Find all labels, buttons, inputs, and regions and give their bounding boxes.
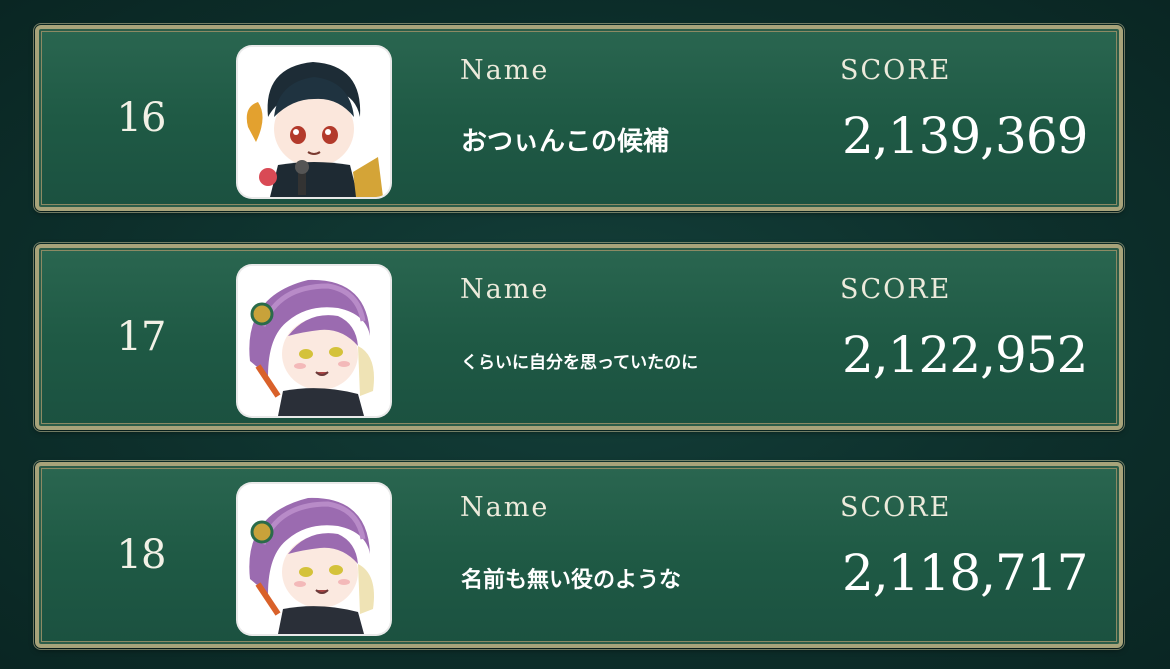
player-avatar bbox=[238, 484, 390, 634]
ranking-row[interactable]: 18 Name 名前も無い役のような SCORE 2,118,717 bbox=[33, 460, 1125, 650]
score-label: SCORE bbox=[840, 274, 952, 305]
player-avatar bbox=[238, 266, 390, 416]
name-label: Name bbox=[460, 274, 550, 305]
score-value: 2,139,369 bbox=[842, 107, 1088, 165]
rank-number: 16 bbox=[116, 95, 167, 141]
ranking-row[interactable]: 16 Name おつぃんこの候補 SCORE 2,139,369 bbox=[33, 23, 1125, 213]
score-label: SCORE bbox=[840, 55, 952, 86]
rank-number: 17 bbox=[116, 314, 167, 360]
score-label: SCORE bbox=[840, 492, 952, 523]
rank-number: 18 bbox=[116, 532, 167, 578]
player-avatar bbox=[238, 47, 390, 197]
player-name: 名前も無い役のような bbox=[461, 568, 682, 593]
player-name: くらいに自分を思っていたのに bbox=[461, 353, 699, 373]
score-value: 2,122,952 bbox=[842, 326, 1088, 384]
name-label: Name bbox=[460, 55, 550, 86]
score-value: 2,118,717 bbox=[842, 544, 1088, 602]
name-label: Name bbox=[460, 492, 550, 523]
ranking-row[interactable]: 17 Name くらいに自分を思っていたのに SCORE 2,122,952 bbox=[33, 242, 1125, 432]
player-name: おつぃんこの候補 bbox=[461, 127, 670, 157]
